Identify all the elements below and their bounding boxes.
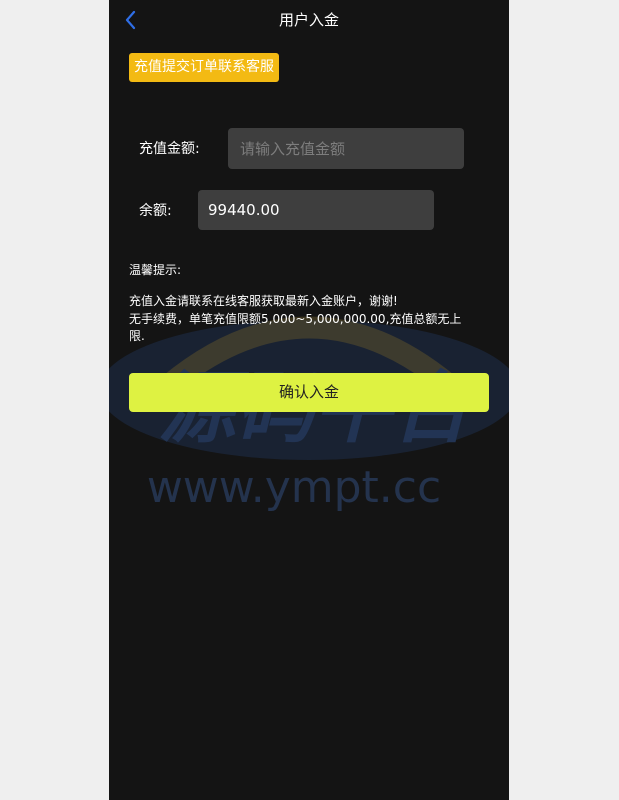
- amount-field-box: [228, 128, 464, 169]
- tips-title: 温馨提示:: [129, 263, 182, 277]
- amount-input[interactable]: [238, 128, 452, 169]
- page-title: 用户入金: [278, 11, 339, 29]
- phone-screen: 源码平台 www.ympt.cc 用户入金 充值提交订单联系客服 充值金额: 余…: [109, 0, 509, 800]
- watermark-text-url: www.ympt.cc: [147, 462, 441, 513]
- tips-line-1: 充值入金请联系在线客服获取最新入金账户，谢谢!: [129, 294, 398, 308]
- balance-label: 余额:: [139, 203, 172, 219]
- amount-label: 充值金额:: [139, 141, 200, 157]
- header: 用户入金: [109, 0, 509, 40]
- tips-line-2: 无手续费，单笔充值限额5,000~5,000,000.00,充值总额无上: [129, 312, 462, 326]
- tips-line-3: 限.: [129, 329, 145, 343]
- confirm-deposit-button[interactable]: 确认入金: [129, 373, 489, 412]
- contact-service-button[interactable]: 充值提交订单联系客服: [129, 53, 279, 82]
- balance-value: 99440.00: [198, 190, 434, 230]
